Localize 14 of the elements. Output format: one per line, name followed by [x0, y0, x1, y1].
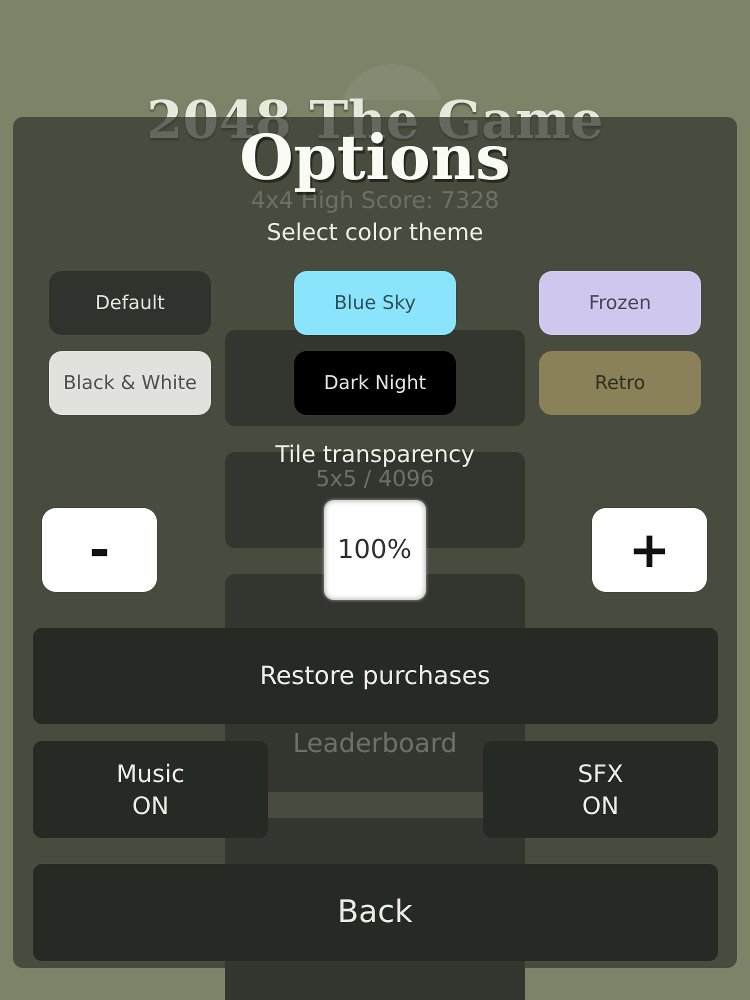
theme-button[interactable]: Frozen: [539, 271, 701, 335]
toggle-button[interactable]: SFX ON: [483, 741, 718, 838]
theme-button[interactable]: Black & White: [49, 351, 211, 415]
restore-purchases-button[interactable]: Restore purchases: [32, 628, 718, 724]
transparency-preview-tile: 100%: [324, 500, 426, 600]
theme-button[interactable]: Dark Night: [294, 351, 456, 415]
back-button[interactable]: Back: [32, 864, 718, 961]
toggle-button[interactable]: Music ON: [33, 741, 268, 838]
section-heading: Select color theme: [266, 219, 484, 247]
theme-button[interactable]: Default: [49, 271, 211, 335]
theme-button[interactable]: Blue Sky: [294, 271, 456, 335]
section-heading: Tile transparency: [275, 442, 475, 468]
increase-button[interactable]: +: [592, 508, 707, 592]
decrease-button[interactable]: -: [42, 508, 157, 592]
